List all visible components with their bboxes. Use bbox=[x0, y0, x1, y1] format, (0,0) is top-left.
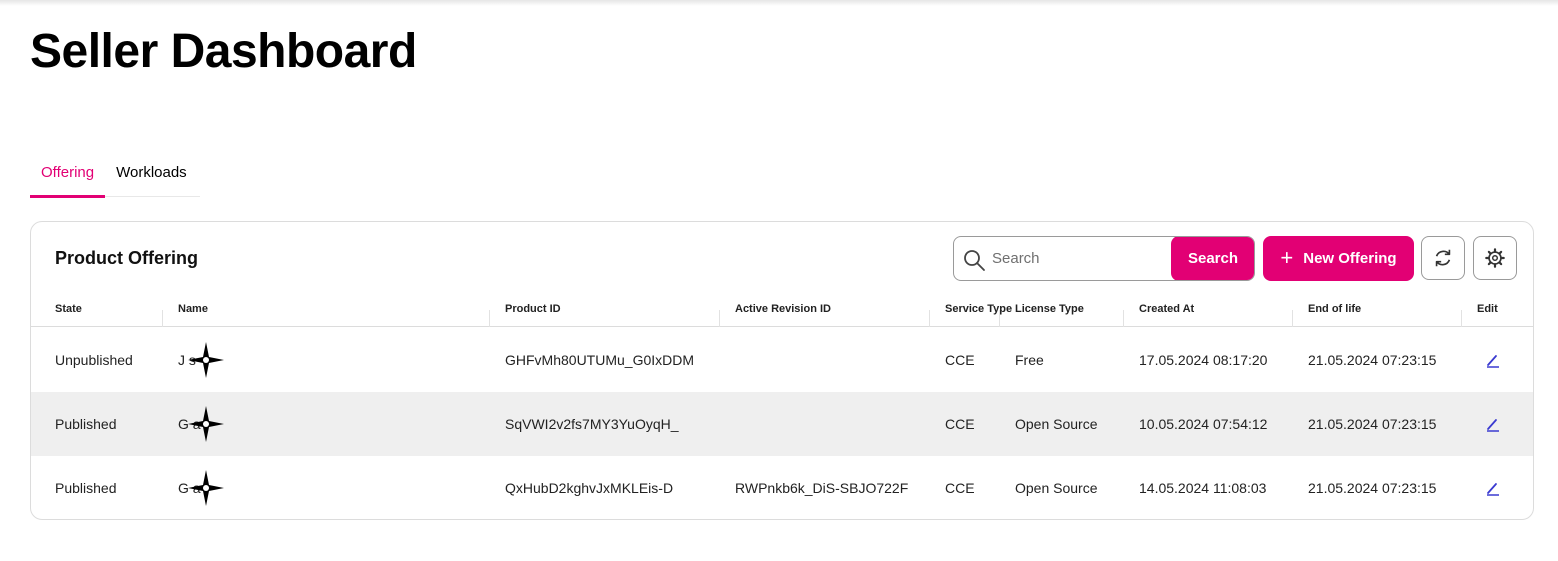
cell-product-id: GHFvMh80UTUMu_G0IxDDM bbox=[505, 352, 695, 368]
column-separator bbox=[1461, 310, 1462, 327]
column-separator bbox=[1292, 310, 1293, 327]
cell-license-type: Open Source bbox=[1015, 416, 1098, 432]
cell-product-id: QxHubD2kghvJxMKLEis-D bbox=[505, 480, 674, 496]
column-separator bbox=[999, 310, 1000, 327]
column-separator bbox=[1123, 310, 1124, 327]
redaction-mark-icon bbox=[188, 470, 224, 506]
table-row[interactable]: Unpublished J s GHFvMh80UTUMu_G0IxDDM CC… bbox=[31, 328, 1533, 392]
column-header-edit: Edit bbox=[1477, 303, 1498, 315]
column-header-created-at[interactable]: Created At bbox=[1139, 295, 1194, 327]
cell-product-id: SqVWI2v2fs7MY3YuOyqH_ bbox=[505, 416, 679, 432]
cell-active-revision-id: RWPnkb6k_DiS-SBJO722F bbox=[735, 480, 909, 496]
cell-service-type: CCE bbox=[945, 416, 975, 432]
redaction-mark-icon bbox=[188, 342, 224, 378]
new-offering-label: New Offering bbox=[1303, 250, 1397, 267]
cell-name: G a bbox=[178, 456, 248, 519]
edit-icon[interactable] bbox=[1483, 350, 1503, 370]
product-offering-card: Product Offering Search + New Offering bbox=[30, 221, 1534, 520]
table-row[interactable]: Published G a QxHubD2kghvJxMKLEis-D RWPn… bbox=[31, 456, 1533, 519]
column-header-end-of-life[interactable]: End of life bbox=[1308, 295, 1361, 327]
table-row[interactable]: Published G a SqVWI2v2fs7MY3YuOyqH_ CCE … bbox=[31, 392, 1533, 456]
tab-offering[interactable]: Offering bbox=[30, 156, 106, 198]
search-icon bbox=[964, 250, 985, 271]
search-button[interactable]: Search bbox=[1171, 237, 1254, 280]
cell-service-type: CCE bbox=[945, 352, 975, 368]
tab-bar: Offering Workloads bbox=[30, 156, 200, 198]
cell-state: Published bbox=[55, 416, 117, 432]
tab-workloads[interactable]: Workloads bbox=[105, 156, 198, 197]
column-separator bbox=[929, 310, 930, 327]
top-shadow bbox=[0, 0, 1558, 6]
column-separator bbox=[719, 310, 720, 327]
cell-end-of-life: 21.05.2024 07:23:15 bbox=[1308, 352, 1437, 368]
cell-created-at: 14.05.2024 11:08:03 bbox=[1139, 480, 1267, 496]
column-separator bbox=[162, 310, 163, 327]
cell-created-at: 17.05.2024 08:17:20 bbox=[1139, 352, 1268, 368]
gear-icon bbox=[1485, 248, 1505, 268]
cell-created-at: 10.05.2024 07:54:12 bbox=[1139, 416, 1268, 432]
plus-icon: + bbox=[1280, 244, 1294, 270]
refresh-icon bbox=[1435, 249, 1451, 267]
edit-icon[interactable] bbox=[1483, 478, 1503, 498]
cell-service-type: CCE bbox=[945, 480, 975, 496]
column-header-product-id[interactable]: Product ID bbox=[505, 295, 561, 327]
new-offering-button[interactable]: + New Offering bbox=[1263, 236, 1414, 281]
column-separator bbox=[489, 310, 490, 327]
cell-name: J s bbox=[178, 328, 248, 392]
cell-license-type: Free bbox=[1015, 352, 1044, 368]
column-header-name[interactable]: Name bbox=[178, 295, 208, 327]
cell-name: G a bbox=[178, 392, 248, 456]
redaction-mark-icon bbox=[188, 406, 224, 442]
cell-state: Published bbox=[55, 480, 117, 496]
cell-license-type: Open Source bbox=[1015, 480, 1098, 496]
cell-end-of-life: 21.05.2024 07:23:15 bbox=[1308, 480, 1437, 496]
cell-end-of-life: 21.05.2024 07:23:15 bbox=[1308, 416, 1437, 432]
settings-button[interactable] bbox=[1473, 236, 1517, 280]
table-header: State Name Product ID Active Revision ID… bbox=[31, 295, 1533, 327]
cell-state: Unpublished bbox=[55, 352, 133, 368]
search-box: Search bbox=[953, 236, 1255, 281]
column-header-license-type[interactable]: License Type bbox=[1015, 295, 1084, 327]
edit-icon[interactable] bbox=[1483, 414, 1503, 434]
column-header-active-revision-id[interactable]: Active Revision ID bbox=[735, 295, 831, 327]
column-header-service-type[interactable]: Service Type bbox=[945, 295, 1012, 327]
search-input[interactable] bbox=[992, 237, 1168, 280]
page-title: Seller Dashboard bbox=[30, 25, 417, 78]
card-title: Product Offering bbox=[55, 248, 198, 268]
refresh-button[interactable] bbox=[1421, 236, 1465, 280]
column-header-state[interactable]: State bbox=[55, 295, 82, 327]
